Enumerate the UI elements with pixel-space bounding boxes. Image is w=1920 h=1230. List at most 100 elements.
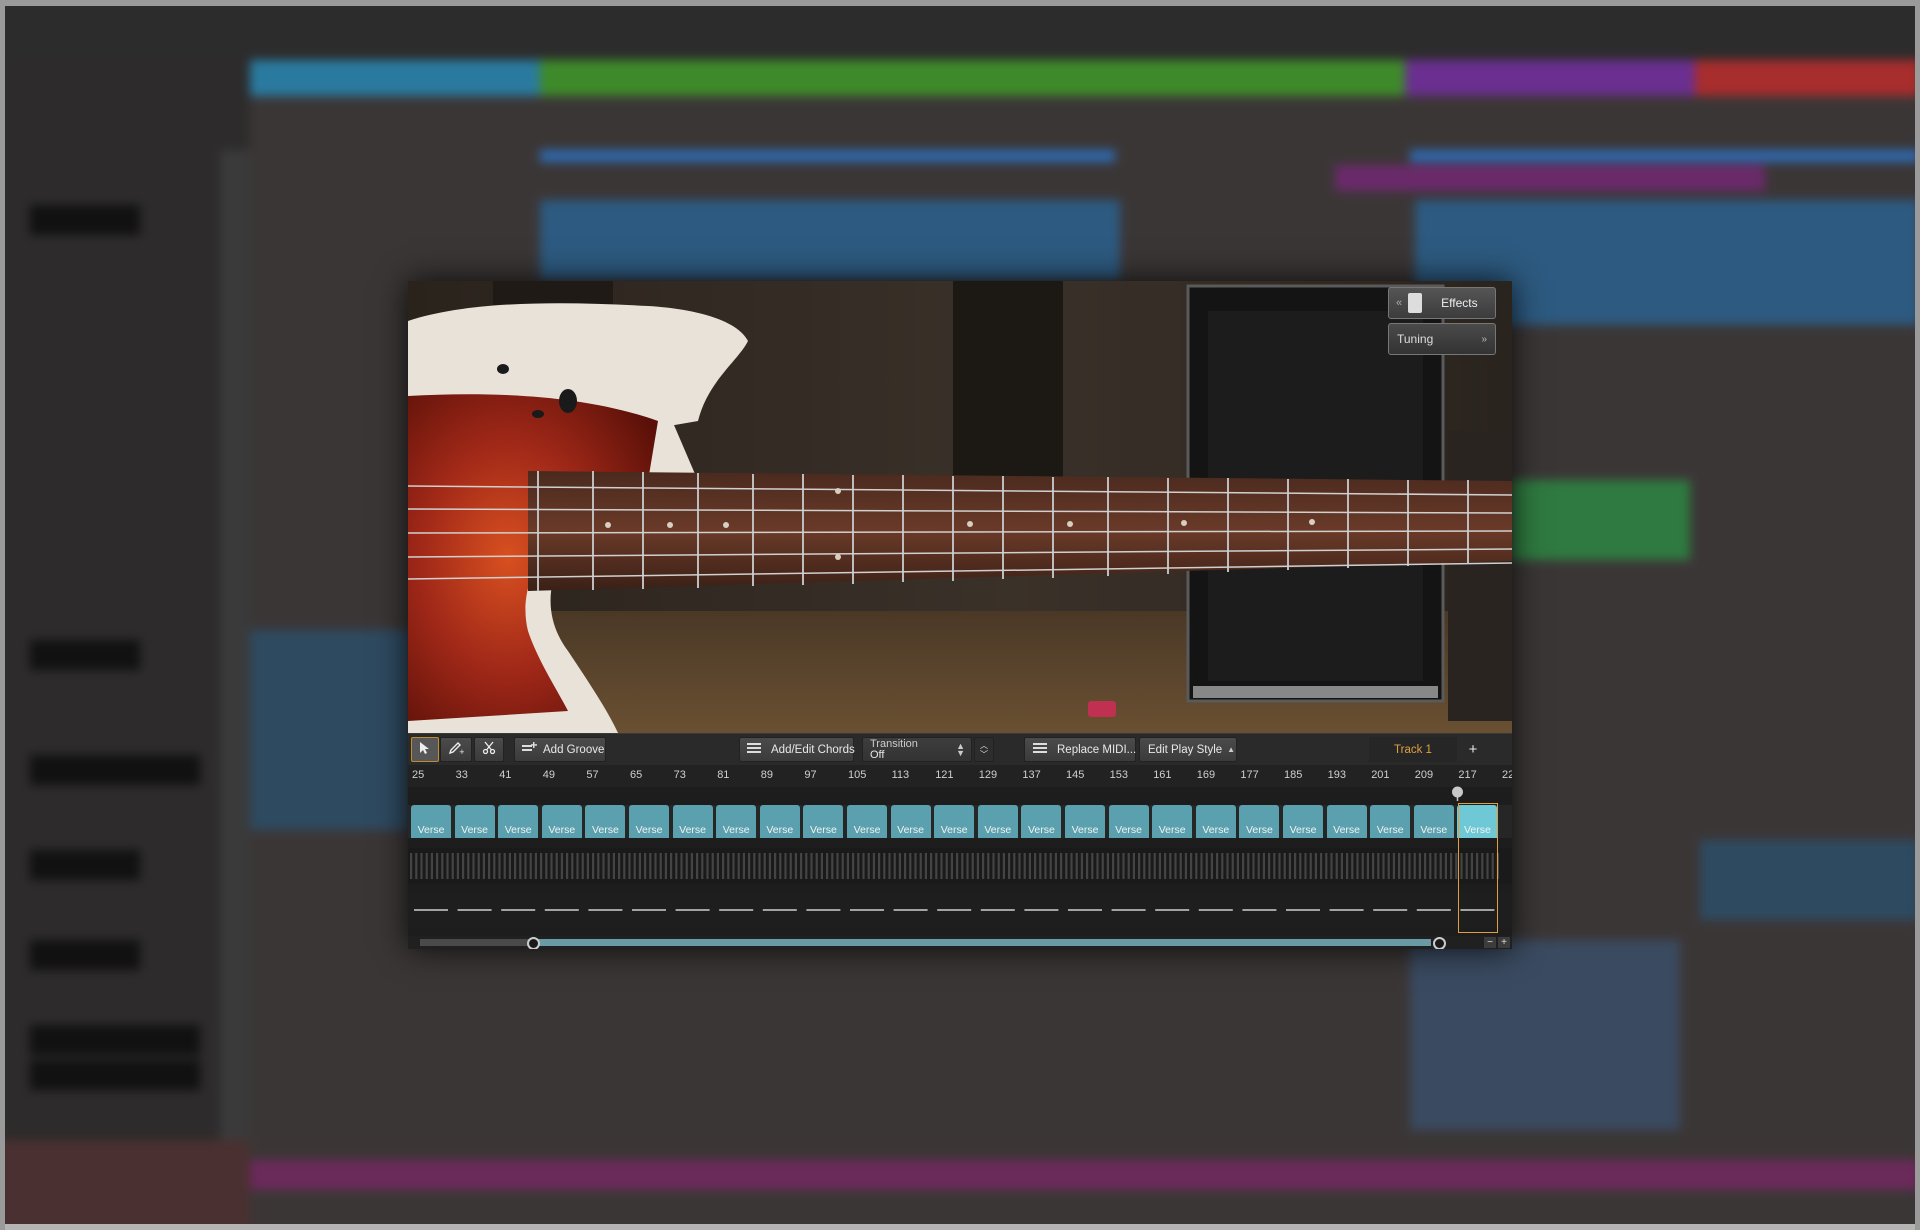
section-block[interactable]: Verse bbox=[672, 805, 713, 838]
track-name: Track 1 bbox=[1394, 743, 1432, 756]
window-frame-bottom bbox=[0, 1224, 1920, 1230]
effects-button[interactable]: « Effects bbox=[1388, 287, 1496, 319]
replace-midi-label: Replace MIDI... bbox=[1057, 743, 1137, 756]
playhead-icon bbox=[1452, 786, 1463, 801]
ruler-tick-label: 41 bbox=[499, 769, 512, 781]
minus-icon: − bbox=[1487, 937, 1493, 948]
ruler-tick-label: 193 bbox=[1327, 769, 1346, 781]
transition-stepper[interactable]: ︿ ﹀ bbox=[974, 737, 994, 762]
section-block[interactable]: Verse bbox=[716, 805, 757, 838]
ruler-tick-label: 209 bbox=[1414, 769, 1434, 781]
chevron-updown-icon: ▲ bbox=[1227, 745, 1236, 754]
section-block[interactable]: Verse bbox=[541, 805, 582, 838]
window-frame-right bbox=[1915, 0, 1920, 1230]
ruler-tick-label: 105 bbox=[848, 769, 867, 781]
bass-guitar-artwork bbox=[408, 281, 1512, 733]
split-tool-button[interactable] bbox=[474, 737, 504, 762]
add-edit-chords-button[interactable]: Add/Edit Chords bbox=[739, 737, 855, 762]
edit-play-style-label: Edit Play Style bbox=[1148, 743, 1223, 756]
transition-select[interactable]: Transition Off ▲ ▼ bbox=[862, 737, 972, 762]
updown-arrows-icon: ▲ ▼ bbox=[956, 741, 965, 758]
section-block[interactable]: Verse bbox=[585, 805, 626, 838]
section-block[interactable]: Verse bbox=[1283, 805, 1323, 838]
section-block[interactable]: Verse bbox=[629, 805, 669, 838]
track-selector[interactable]: Track 1 bbox=[1369, 737, 1457, 762]
section-block[interactable]: Verse bbox=[890, 805, 931, 838]
zoom-out-button[interactable]: − bbox=[1484, 937, 1496, 948]
collapse-chevron-icon: « bbox=[1396, 297, 1403, 309]
section-block[interactable]: Verse bbox=[1108, 805, 1149, 838]
ruler-tick-label: 169 bbox=[1196, 769, 1216, 781]
scrollbar-thumb[interactable] bbox=[533, 939, 1431, 946]
svg-text:+: + bbox=[459, 748, 464, 755]
scissors-icon bbox=[482, 741, 496, 758]
ruler-tick-label: 89 bbox=[760, 769, 774, 781]
plus-small-icon: + bbox=[1501, 937, 1507, 948]
ruler-tick-label: 49 bbox=[542, 769, 556, 781]
section-lane: Verse Verse Verse Verse Verse Verse Verse Verse… bbox=[408, 805, 1512, 838]
instrument-stage: « Effects Tuning » bbox=[408, 281, 1512, 733]
section-block[interactable]: Verse bbox=[803, 805, 844, 838]
chords-icon bbox=[747, 743, 761, 756]
section-block[interactable]: Verse bbox=[847, 805, 887, 838]
add-groove-icon bbox=[521, 742, 537, 757]
tuning-dropdown[interactable]: Tuning » bbox=[1388, 323, 1496, 355]
ruler-tick-label: 22 bbox=[1502, 769, 1512, 781]
section-block[interactable]: Verse bbox=[1065, 805, 1105, 838]
add-track-button[interactable]: + bbox=[1460, 737, 1486, 762]
transition-label: Transition bbox=[870, 737, 918, 750]
section-block[interactable]: Verse bbox=[1413, 805, 1454, 838]
ruler-tick-label: 121 bbox=[935, 769, 954, 781]
transition-value: Off bbox=[870, 748, 885, 761]
section-block[interactable]: Verse bbox=[759, 805, 800, 838]
playhead-marker[interactable] bbox=[1451, 786, 1464, 801]
section-block[interactable]: Verse bbox=[1326, 805, 1367, 838]
bass-plugin-window: « Effects Tuning » + Add Groove Add/Edit… bbox=[408, 281, 1512, 949]
window-frame-top bbox=[0, 0, 1920, 6]
ruler-tick-label: 145 bbox=[1066, 769, 1085, 781]
replace-midi-button[interactable]: Replace MIDI... bbox=[1024, 737, 1136, 762]
section-block[interactable]: Verse bbox=[977, 805, 1018, 838]
scrollbar-handle-end[interactable] bbox=[1433, 937, 1446, 949]
section-block[interactable]: Verse bbox=[1239, 805, 1280, 838]
note-lane[interactable] bbox=[408, 893, 1512, 927]
ruler-tick-label: 177 bbox=[1240, 769, 1259, 781]
ruler-tick-label: 161 bbox=[1153, 769, 1172, 781]
ruler-tick-label: 137 bbox=[1022, 769, 1041, 781]
section-block[interactable]: Verse bbox=[1195, 805, 1236, 838]
ruler-tick-label: 113 bbox=[891, 769, 910, 781]
pedal-icon bbox=[1408, 293, 1423, 313]
arrow-pointer-icon bbox=[419, 741, 431, 758]
add-edit-chords-label: Add/Edit Chords bbox=[771, 743, 855, 756]
groove-pattern bbox=[410, 853, 1499, 879]
timeline-scrollbar[interactable]: − + bbox=[408, 936, 1512, 949]
ruler-tick-label: 153 bbox=[1109, 769, 1128, 781]
ruler-tick-label: 25 bbox=[412, 769, 425, 781]
section-block[interactable]: Verse bbox=[498, 805, 539, 838]
bar-ruler[interactable]: 25 33 41 49 57 65 73 81 89 97 105 113 121 129 137 145 15… bbox=[408, 765, 1512, 787]
add-groove-button[interactable]: Add Groove bbox=[514, 737, 606, 762]
select-tool-button[interactable] bbox=[411, 737, 439, 762]
groove-lane[interactable] bbox=[408, 848, 1512, 884]
ruler-tick-label: 217 bbox=[1458, 769, 1477, 781]
section-block[interactable]: Verse bbox=[1021, 805, 1062, 838]
ruler-tick-label: 33 bbox=[455, 769, 468, 781]
scrollbar-handle-start[interactable] bbox=[527, 937, 540, 949]
section-block[interactable]: Verse bbox=[1152, 805, 1193, 838]
add-groove-label: Add Groove bbox=[543, 743, 605, 756]
section-block[interactable]: Verse bbox=[1370, 805, 1411, 838]
section-block[interactable]: Verse bbox=[411, 805, 451, 838]
ruler-tick-label: 185 bbox=[1284, 769, 1303, 781]
pencil-tool-button[interactable]: + bbox=[440, 737, 472, 762]
zoom-in-button[interactable]: + bbox=[1498, 937, 1510, 948]
section-block[interactable]: Verse bbox=[454, 805, 495, 838]
ruler-tick-label: 81 bbox=[717, 769, 730, 781]
section-block[interactable]: Verse bbox=[934, 805, 975, 838]
ruler-tick-label: 57 bbox=[586, 769, 599, 781]
loop-region[interactable] bbox=[1458, 803, 1498, 933]
plugin-toolbar: + Add Groove Add/Edit Chords Transition … bbox=[408, 733, 1512, 766]
edit-play-style-button[interactable]: Edit Play Style ▲ bbox=[1139, 737, 1237, 762]
step-up-icon: ︿ bbox=[980, 740, 988, 750]
step-down-icon: ﹀ bbox=[980, 749, 988, 759]
tuning-label: Tuning bbox=[1397, 332, 1434, 346]
